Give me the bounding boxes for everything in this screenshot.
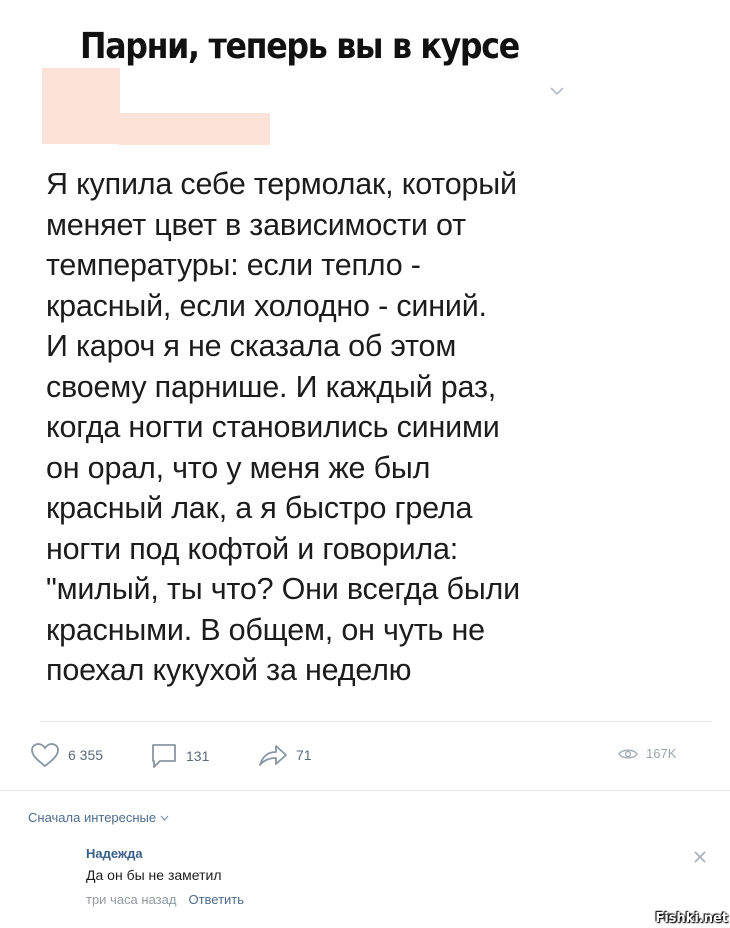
comment-icon: [152, 744, 176, 768]
post-header: Парни, теперь вы в курсе: [0, 0, 730, 150]
comment-count: 131: [186, 748, 210, 764]
comment-button[interactable]: 131: [150, 742, 209, 770]
watermark-logo: Fishki.net: [655, 911, 728, 926]
comment-time: три часа назад: [86, 892, 177, 907]
post-actions: 6 355 131 71 167K: [30, 742, 720, 772]
reply-button[interactable]: Ответить: [188, 892, 244, 907]
highlight-block: [118, 113, 270, 145]
like-button[interactable]: 6 355: [30, 742, 103, 768]
page-title: Парни, теперь вы в курсе: [80, 26, 520, 67]
post-body-text: Я купила себе термолак, который меняет ц…: [46, 167, 520, 687]
views-count: 167K: [646, 746, 677, 761]
heart-icon: [31, 743, 59, 768]
comment-sort-dropdown[interactable]: Сначала интересные: [28, 810, 169, 825]
chevron-down-icon[interactable]: [550, 86, 564, 96]
share-count: 71: [296, 747, 312, 763]
views-counter: 167K: [618, 746, 676, 761]
chevron-down-icon: [160, 815, 169, 821]
comment-author[interactable]: Надежда: [86, 846, 686, 861]
close-icon[interactable]: [693, 850, 707, 864]
eye-icon: [618, 749, 638, 758]
share-button[interactable]: 71: [258, 742, 312, 768]
share-icon: [259, 745, 287, 766]
sort-label: Сначала интересные: [28, 810, 157, 825]
divider: [0, 790, 730, 791]
comment-meta: три часа назад Ответить: [86, 892, 686, 907]
divider: [40, 721, 712, 722]
highlight-block: [42, 68, 120, 144]
comment-text: Да он бы не заметил: [86, 867, 222, 883]
like-count: 6 355: [68, 747, 104, 763]
comment-item: Надежда Да он бы не заметил три часа наз…: [86, 846, 686, 907]
